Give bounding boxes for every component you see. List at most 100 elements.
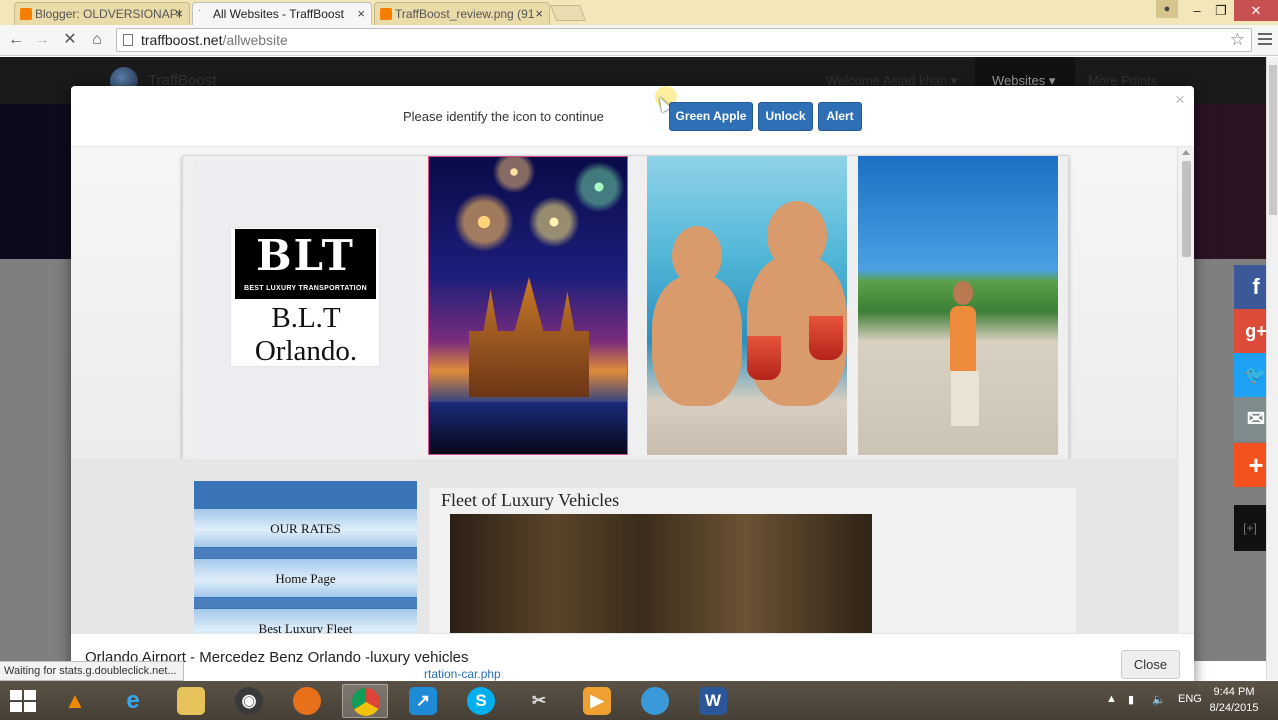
firework-burst — [449, 187, 519, 257]
logo-panel: BLT BEST LUXURY TRANSPORTATION B.L.T Orl… — [195, 161, 415, 473]
explorer-taskbar-button[interactable] — [168, 684, 214, 718]
chrome-icon — [352, 688, 380, 716]
windows-taskbar: ▲ e ◉ ↗ S ✂ ▶ W ▲ ▮ 🔈 ENG 9:44 PM 8/24/2… — [0, 681, 1278, 720]
blt-logo[interactable]: BLT BEST LUXURY TRANSPORTATION B.L.T Orl… — [230, 227, 380, 367]
network-signal-icon[interactable]: ▮ — [1128, 693, 1134, 706]
embedded-website-frame: BLT BEST LUXURY TRANSPORTATION B.L.T Orl… — [71, 147, 1194, 633]
website-view-modal: Please identify the icon to continue Gre… — [71, 86, 1194, 686]
frame-scroll-thumb[interactable] — [1182, 161, 1191, 257]
menu-home-page[interactable]: Home Page — [194, 558, 417, 598]
vlc-taskbar-button[interactable]: ▲ — [52, 684, 98, 718]
modal-header: Please identify the icon to continue Gre… — [71, 86, 1194, 147]
stop-loading-icon[interactable]: ✕ — [59, 30, 81, 50]
home-icon[interactable]: ⌂ — [86, 30, 108, 50]
tab-label: TraffBoost_review.png (91 — [395, 7, 535, 21]
captcha-green-apple-button[interactable]: Green Apple — [669, 102, 753, 131]
recorder-taskbar-button[interactable]: ▶ — [574, 684, 620, 718]
internet-explorer-icon: e — [126, 687, 140, 714]
address-bar[interactable]: traffboost.net/allwebsite ☆ — [116, 28, 1252, 52]
maximize-button[interactable]: ❐ — [1206, 0, 1236, 21]
skype-taskbar-button[interactable]: S — [458, 684, 504, 718]
windows-start-icon[interactable] — [10, 690, 36, 712]
cocktail-glass — [809, 316, 843, 360]
tab-label: Blogger: OLDVERSIONAPI — [35, 7, 182, 21]
snipping-taskbar-button[interactable]: ✂ — [516, 684, 562, 718]
globe-icon — [641, 687, 669, 715]
share-collapse-button[interactable]: [+] — [1234, 505, 1266, 551]
golfer-shirt — [950, 306, 976, 376]
close-icon[interactable]: × — [357, 6, 365, 21]
network-taskbar-button[interactable] — [632, 684, 678, 718]
blt-logo-mark: BLT BEST LUXURY TRANSPORTATION — [235, 229, 376, 299]
modal-close-icon[interactable]: × — [1175, 90, 1185, 110]
site-content-area: OUR RATES Home Page Best Luxury Fleet Fl… — [71, 459, 1177, 633]
logo-mark-text: BLT — [235, 229, 376, 283]
url-path: /allwebsite — [222, 32, 288, 48]
media-player-icon: ◉ — [235, 687, 263, 715]
word-icon: W — [699, 687, 727, 715]
close-icon[interactable]: × — [175, 6, 183, 21]
ie-taskbar-button[interactable]: e — [110, 684, 156, 718]
recorder-icon: ▶ — [583, 687, 611, 715]
blogger-icon — [380, 8, 392, 20]
modal-footer: Orlando Airport - Mercedez Benz Orlando … — [71, 633, 1194, 686]
tray-arrow-icon[interactable]: ▲ — [1106, 693, 1117, 705]
media-taskbar-button[interactable]: ◉ — [226, 684, 272, 718]
woman-body — [652, 276, 742, 406]
tab-review-image[interactable]: TraffBoost_review.png (91 × — [374, 2, 550, 25]
page-scrollbar[interactable] — [1266, 57, 1278, 680]
skype-icon: S — [467, 687, 495, 715]
fireworks-castle-photo — [428, 156, 628, 455]
cocktail-glass — [747, 336, 781, 380]
user-profile-icon[interactable]: ● — [1156, 0, 1178, 18]
close-icon[interactable]: × — [535, 6, 543, 21]
page-scroll-thumb[interactable] — [1269, 65, 1277, 215]
golfer-photo — [858, 156, 1058, 455]
close-button[interactable]: Close — [1121, 650, 1180, 679]
folder-icon — [177, 687, 205, 715]
shortcut-taskbar-button[interactable]: ↗ — [400, 684, 446, 718]
snipping-tool-icon: ✂ — [531, 691, 547, 710]
back-arrow-icon[interactable]: ← — [5, 30, 27, 50]
castle-shape — [469, 277, 589, 397]
couple-pool-photo — [647, 156, 847, 455]
forward-arrow-icon[interactable]: → — [31, 30, 53, 50]
volume-icon[interactable]: 🔈 — [1152, 693, 1166, 706]
tab-traffboost[interactable]: · All Websites - TraffBoost × — [192, 2, 372, 25]
system-clock[interactable]: 9:44 PM 8/24/2015 — [1206, 684, 1262, 716]
golfer-trousers — [951, 371, 979, 426]
fleet-title: Fleet of Luxury Vehicles — [441, 490, 620, 510]
frame-scrollbar[interactable] — [1177, 147, 1194, 633]
browser-menu-icon[interactable] — [1258, 33, 1272, 48]
window-close-button[interactable]: ✕ — [1234, 0, 1278, 21]
logo-title-line1: B.L.T — [271, 302, 341, 334]
firefox-taskbar-button[interactable] — [284, 684, 330, 718]
menu-our-rates[interactable]: OUR RATES — [194, 508, 417, 548]
site-banner: BLT BEST LUXURY TRANSPORTATION B.L.T Orl… — [182, 155, 1069, 481]
bookmark-star-icon[interactable]: ☆ — [1230, 30, 1245, 50]
clock-time: 9:44 PM — [1213, 686, 1255, 698]
new-tab-button[interactable] — [550, 5, 586, 21]
vlc-icon: ▲ — [64, 688, 86, 713]
loading-icon: · — [198, 5, 202, 16]
browser-status-bar: Waiting for stats.g.doubleclick.net... — [0, 661, 184, 681]
captcha-alert-button[interactable]: Alert — [818, 102, 862, 131]
logo-title: B.L.T Orlando. — [231, 302, 381, 368]
language-indicator[interactable]: ENG — [1178, 693, 1202, 705]
tab-label: All Websites - TraffBoost — [213, 7, 344, 21]
word-taskbar-button[interactable]: W — [690, 684, 736, 718]
site-side-menu: OUR RATES Home Page Best Luxury Fleet — [194, 481, 417, 633]
chrome-taskbar-button[interactable] — [342, 684, 388, 718]
tab-blogger[interactable]: Blogger: OLDVERSIONAPI × — [14, 2, 190, 25]
menu-best-luxury-fleet[interactable]: Best Luxury Fleet — [194, 608, 417, 633]
firework-burst — [569, 157, 627, 217]
link-url-preview: rtation-car.php — [424, 667, 501, 681]
golfer-head — [953, 281, 973, 305]
arrow-app-icon: ↗ — [409, 687, 437, 715]
scroll-up-arrow-icon[interactable] — [1182, 150, 1190, 155]
captcha-unlock-button[interactable]: Unlock — [758, 102, 813, 131]
page-icon — [123, 34, 133, 46]
browser-tabstrip: Blogger: OLDVERSIONAPI × · All Websites … — [0, 0, 1278, 25]
logo-subtitle: BEST LUXURY TRANSPORTATION — [243, 285, 368, 292]
browser-toolbar: ← → ✕ ⌂ traffboost.net/allwebsite ☆ — [0, 25, 1278, 56]
